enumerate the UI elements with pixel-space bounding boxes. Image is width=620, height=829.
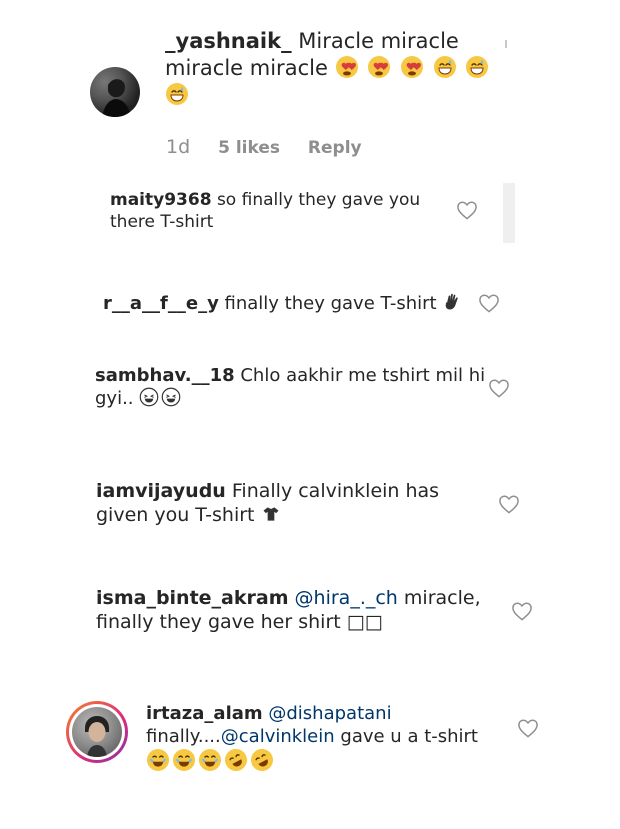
tshirt-emoji (261, 504, 281, 524)
reply-button[interactable]: Reply (308, 138, 362, 158)
username-isma-binte-akram[interactable]: isma_binte_akram (96, 587, 289, 609)
like-heart-icon[interactable] (456, 200, 478, 220)
laughing-emoji (161, 387, 181, 407)
laughing-emoji (139, 387, 159, 407)
rofl-emoji (250, 748, 274, 772)
comment-2-text-block: maity9368 so finally they gave you there… (110, 190, 440, 234)
comment-7: irtaza_alam @dishapatani finally....@cal… (146, 702, 506, 774)
comment-6: isma_binte_akram @hira_._ch miracle, fin… (96, 586, 491, 635)
comment-1-likes[interactable]: 5 likes (218, 138, 280, 158)
laughing-emoji (172, 748, 196, 772)
grinning-sweat-emoji (165, 82, 189, 106)
comment-7-text-block: irtaza_alam @dishapatani finally....@cal… (146, 702, 506, 774)
grinning-sweat-emoji (433, 55, 457, 79)
username-maity9368[interactable]: maity9368 (110, 190, 212, 210)
username-irtaza-alam[interactable]: irtaza_alam (146, 703, 263, 724)
username-sambhav[interactable]: sambhav.__18 (95, 365, 235, 386)
comment-1-time: 1d (166, 136, 191, 158)
heart-eyes-emoji (367, 55, 391, 79)
person-portrait-icon (85, 716, 109, 757)
waving-hand-emoji (442, 292, 462, 312)
like-heart-icon[interactable] (498, 494, 520, 514)
grinning-sweat-emoji (465, 55, 489, 79)
story-ring-avatar[interactable] (66, 701, 128, 763)
comment-6-text-block: isma_binte_akram @hira_._ch miracle, fin… (96, 586, 491, 635)
like-heart-icon[interactable] (488, 378, 510, 398)
comment-1-text-block: _yashnaik_ Miracle miracle miracle mirac… (165, 28, 495, 109)
username-r-a-f-e-y[interactable]: r__a__f__e_y (103, 293, 219, 314)
comment-5: iamvijayudu Finally calvinklein has give… (96, 479, 456, 528)
mention-calvinklein[interactable]: @calvinklein (221, 726, 335, 747)
laughing-emoji (146, 748, 170, 772)
comment-4-text-block: sambhav.__18 Chlo aakhir me tshirt mil h… (95, 364, 487, 410)
comment-3: r__a__f__e_y finally they gave T-shirt (103, 292, 483, 315)
comment-4: sambhav.__18 Chlo aakhir me tshirt mil h… (95, 364, 487, 410)
comment-1-meta: 1d 5 likes Reply (166, 136, 384, 158)
heart-eyes-emoji (335, 55, 359, 79)
comment-7-text-suffix: gave u a t-shirt (340, 726, 478, 748)
comment-2: maity9368 so finally they gave you there… (110, 190, 440, 234)
missing-glyph-boxes: □□ (346, 611, 383, 634)
comment-1: _yashnaik_ Miracle miracle miracle mirac… (165, 28, 495, 109)
mention-dishapatani[interactable]: @dishapatani (268, 703, 391, 724)
username-iamvijayudu[interactable]: iamvijayudu (96, 480, 226, 502)
avatar-silhouette-icon (102, 79, 131, 117)
user-avatar (72, 707, 122, 757)
comment-3-text: finally they gave T-shirt (224, 293, 437, 314)
heart-eyes-emoji (400, 55, 424, 79)
scrollbar-thumb-top (505, 40, 507, 48)
scrollbar[interactable] (503, 183, 515, 243)
like-heart-icon[interactable] (478, 293, 500, 313)
comment-5-text-block: iamvijayudu Finally calvinklein has give… (96, 479, 456, 528)
mention-hira-ch[interactable]: @hira_._ch (295, 587, 398, 609)
like-heart-icon[interactable] (511, 601, 533, 621)
comment-7-text-prefix: finally.... (146, 726, 221, 748)
username-yashnaik[interactable]: _yashnaik_ (165, 29, 292, 53)
rofl-emoji (224, 748, 248, 772)
comment-3-text-block: r__a__f__e_y finally they gave T-shirt (103, 292, 483, 315)
laughing-emoji (198, 748, 222, 772)
like-heart-icon[interactable] (517, 718, 539, 738)
user-avatar[interactable] (90, 67, 140, 117)
